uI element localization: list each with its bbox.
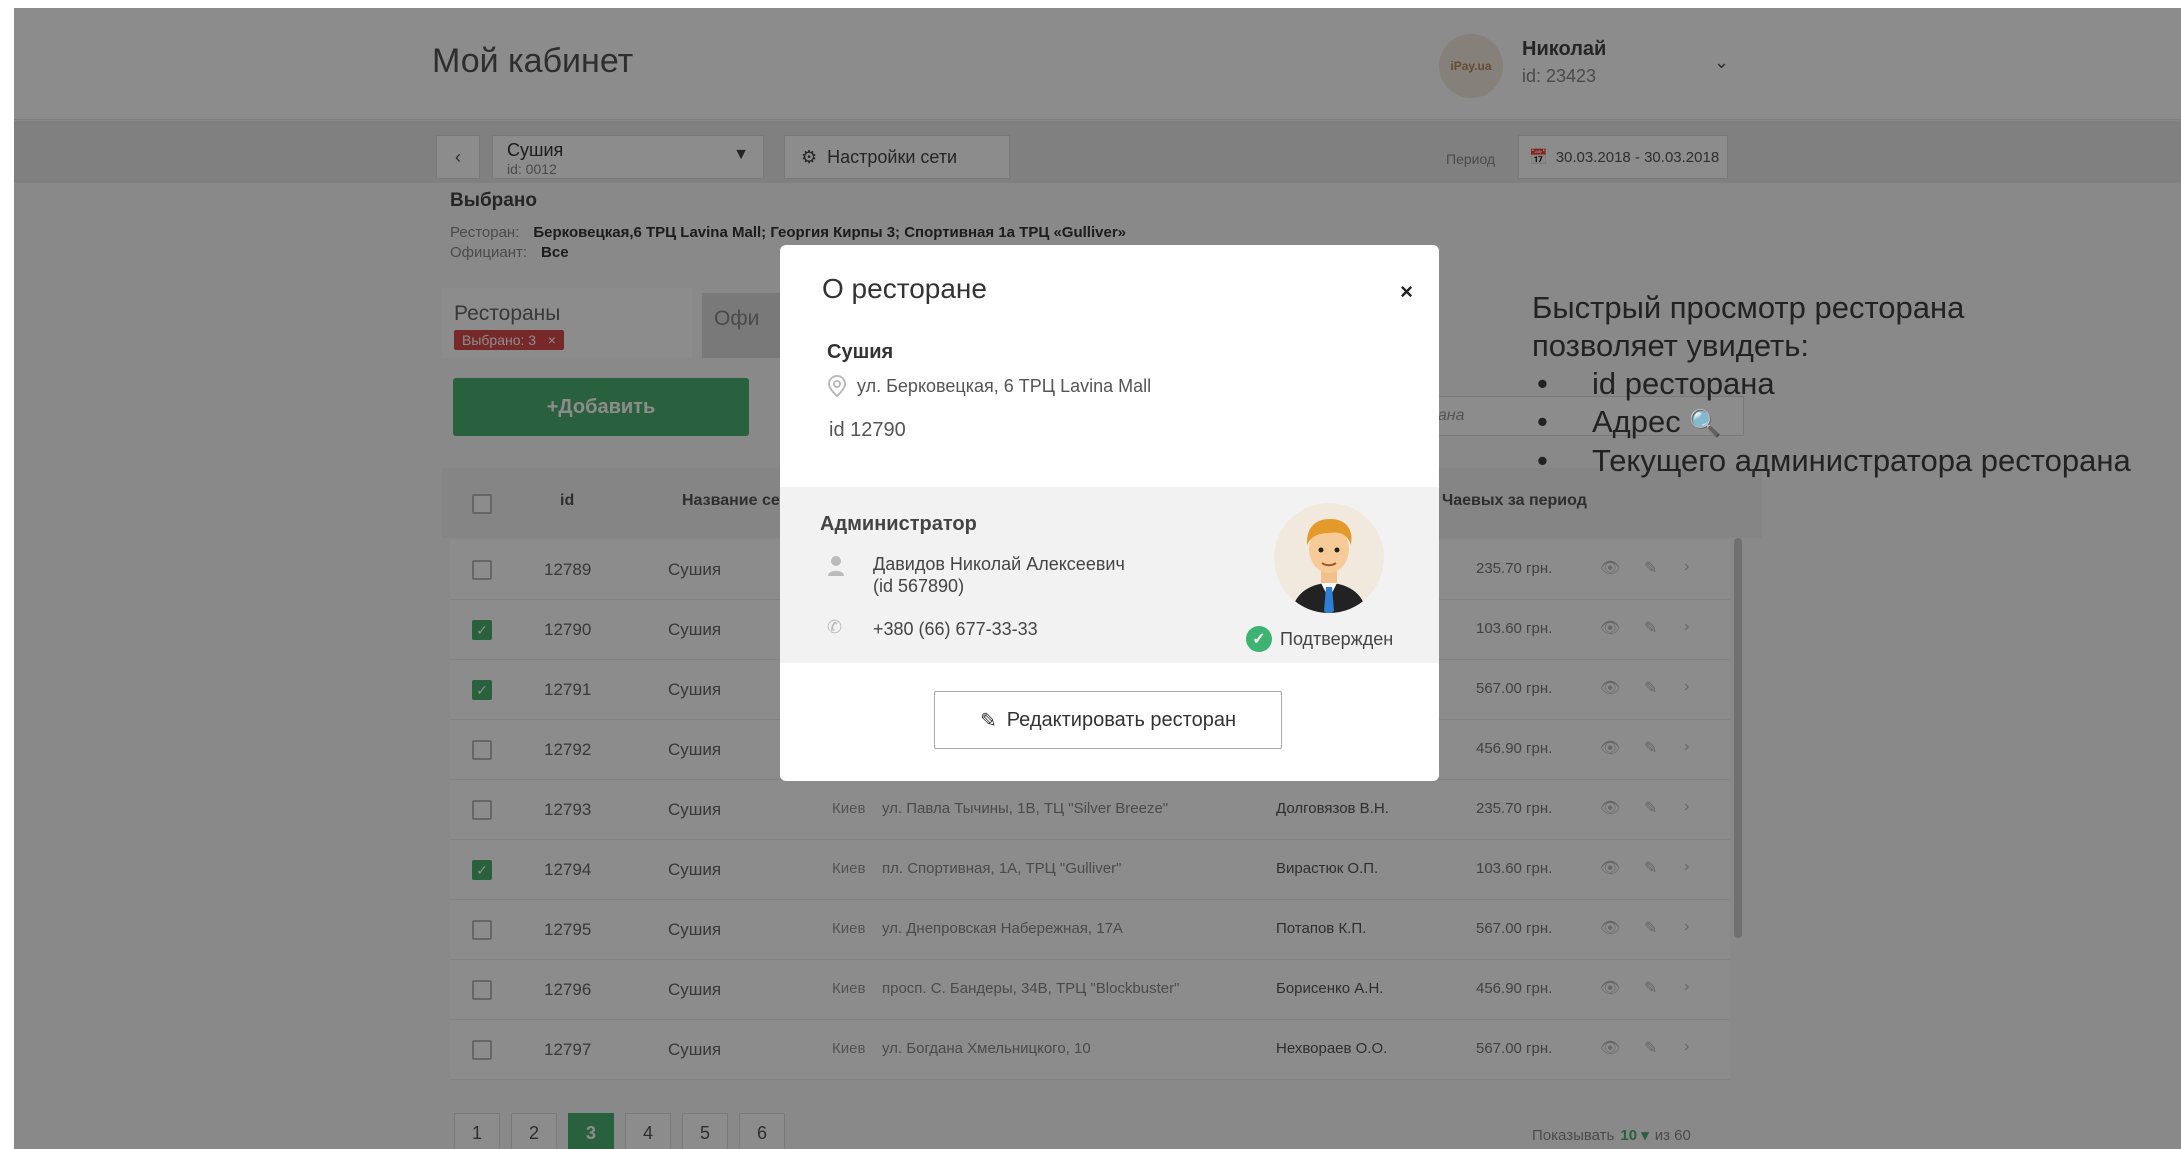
restaurant-name: Сушия [827, 341, 894, 363]
note-line-1: Быстрый просмотр ресторана [1532, 290, 1965, 325]
location-pin-icon [827, 375, 847, 397]
admin-name-block: Давидов Николай Алексеевич (id 567890) [873, 553, 1125, 597]
phone-icon: ✆ [827, 617, 843, 637]
edit-restaurant-label: Редактировать ресторан [1006, 708, 1237, 731]
admin-status: ✓ Подтвержден [1246, 626, 1393, 652]
check-icon: ✓ [1246, 626, 1272, 652]
restaurant-address-text: ул. Берковецкая, 6 ТРЦ Lavina Mall [857, 375, 1152, 396]
note-item: Адрес 🔍 [1532, 403, 2131, 442]
admin-status-text: Подтвержден [1280, 628, 1394, 649]
close-icon[interactable]: × [1400, 279, 1413, 305]
restaurant-address: ул. Берковецкая, 6 ТРЦ Lavina Mall [827, 375, 1151, 397]
edit-icon: ✎ [979, 709, 997, 732]
user-icon [828, 556, 844, 576]
note-line-2: позволяет увидеть: [1532, 328, 1810, 363]
admin-avatar [1274, 503, 1384, 613]
admin-id: (id 567890) [873, 576, 965, 596]
note-item-text: Адрес [1592, 404, 1681, 439]
app-frame: Мой кабинет iPay.ua Николай id: 23423 ⌄ … [14, 8, 2181, 1149]
restaurant-info-modal: О ресторане × Сушия ул. Берковецкая, 6 Т… [780, 245, 1439, 781]
restaurant-id: id 12790 [829, 419, 906, 441]
admin-title: Администратор [820, 513, 977, 535]
admin-name: Давидов Николай Алексеевич [873, 554, 1125, 574]
annotation-note: Быстрый просмотр ресторана позволяет уви… [1532, 289, 2131, 480]
edit-restaurant-button[interactable]: ✎ Редактировать ресторан [934, 691, 1282, 749]
magnifier-icon: 🔍 [1689, 408, 1722, 438]
admin-section: Администратор Давидов Николай Алексеевич… [780, 487, 1439, 663]
note-list: id ресторана Адрес 🔍 Текущего администра… [1532, 365, 2131, 480]
note-item: id ресторана [1532, 365, 2131, 403]
modal-title: О ресторане [822, 273, 987, 304]
admin-phone: +380 (66) 677-33-33 [873, 619, 1038, 639]
note-item: Текущего администратора ресторана [1532, 442, 2131, 480]
